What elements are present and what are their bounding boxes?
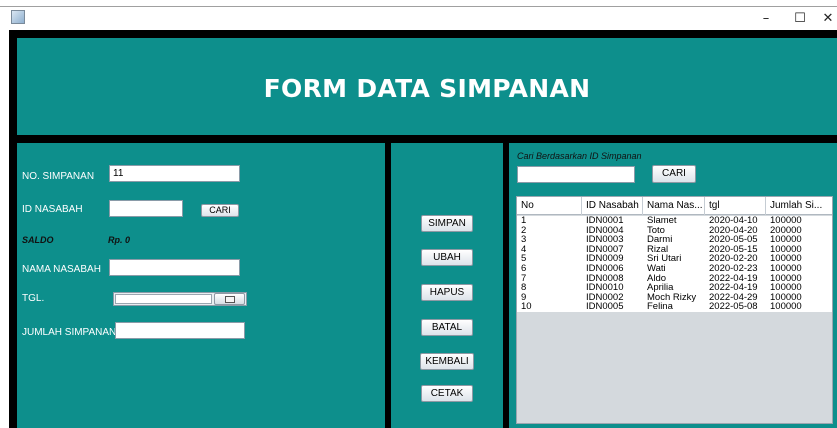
cell-tgl: 2022-05-08: [709, 301, 758, 313]
table-body: 1 IDN0001 Slamet 2020-04-10 100000 2 IDN0004 To…: [517, 216, 832, 312]
cell-nama-nasabah: Felina: [647, 301, 673, 313]
jumlah-simpanan-label: JUMLAH SIMPANAN: [22, 327, 117, 338]
minimize-button[interactable]: –: [749, 7, 783, 31]
header-panel: FORM DATA SIMPANAN: [17, 38, 837, 135]
calendar-button[interactable]: [214, 293, 245, 305]
jumlah-simpanan-field[interactable]: [115, 322, 245, 339]
search-button[interactable]: CARI: [652, 165, 696, 183]
page-title: FORM DATA SIMPANAN: [263, 74, 591, 103]
id-nasabah-label: ID NASABAH: [22, 204, 83, 215]
column-header-id-nasabah[interactable]: ID Nasabah: [582, 197, 643, 215]
calendar-icon: [225, 296, 235, 303]
simpan-button[interactable]: SIMPAN: [421, 215, 473, 232]
column-header-no[interactable]: No: [517, 197, 582, 215]
id-nasabah-field[interactable]: [109, 200, 183, 217]
table-row[interactable]: 10 IDN0005 Felina 2022-05-08 100000: [517, 302, 832, 312]
column-header-jumlah-simpanan[interactable]: Jumlah Si...: [766, 197, 832, 215]
search-caption: Cari Berdasarkan ID Simpanan: [517, 151, 642, 161]
search-id-simpanan-input[interactable]: [517, 166, 635, 183]
kembali-button[interactable]: KEMBALI: [420, 353, 474, 370]
saldo-value: Rp. 0: [108, 235, 131, 245]
tgl-field[interactable]: [115, 294, 212, 304]
cell-no: 10: [521, 301, 532, 313]
simpanan-table[interactable]: No ID Nasabah Nama Nas... tgl Jumlah Si.…: [516, 196, 833, 424]
cari-nasabah-button[interactable]: CARI: [201, 204, 239, 217]
no-simpanan-field[interactable]: 11: [109, 165, 240, 182]
batal-button[interactable]: BATAL: [421, 319, 473, 336]
cell-jumlah-simpanan: 100000: [770, 301, 802, 313]
no-simpanan-label: NO. SIMPANAN: [22, 171, 95, 182]
tgl-date-chooser[interactable]: [113, 292, 247, 306]
saldo-label: SALDO: [22, 235, 54, 245]
cetak-button[interactable]: CETAK: [421, 385, 473, 402]
ubah-button[interactable]: UBAH: [421, 249, 473, 266]
nama-nasabah-label: NAMA NASABAH: [22, 264, 101, 275]
close-button[interactable]: ✕: [811, 7, 837, 31]
action-panel: SIMPAN UBAH HAPUS BATAL KEMBALI CETAK: [391, 143, 503, 428]
form-panel: NO. SIMPANAN 11 ID NASABAH CARI SALDO Rp…: [17, 143, 385, 428]
table-header: No ID Nasabah Nama Nas... tgl Jumlah Si.…: [517, 197, 832, 215]
nama-nasabah-field[interactable]: [109, 259, 240, 276]
hapus-button[interactable]: HAPUS: [421, 284, 473, 301]
column-header-nama-nasabah[interactable]: Nama Nas...: [643, 197, 705, 215]
tgl-label: TGL.: [22, 293, 45, 304]
java-app-icon: [11, 10, 25, 24]
cell-id-nasabah: IDN0005: [586, 301, 624, 313]
window-titlebar: – ☐ ✕: [0, 6, 837, 30]
column-header-tgl[interactable]: tgl: [705, 197, 766, 215]
